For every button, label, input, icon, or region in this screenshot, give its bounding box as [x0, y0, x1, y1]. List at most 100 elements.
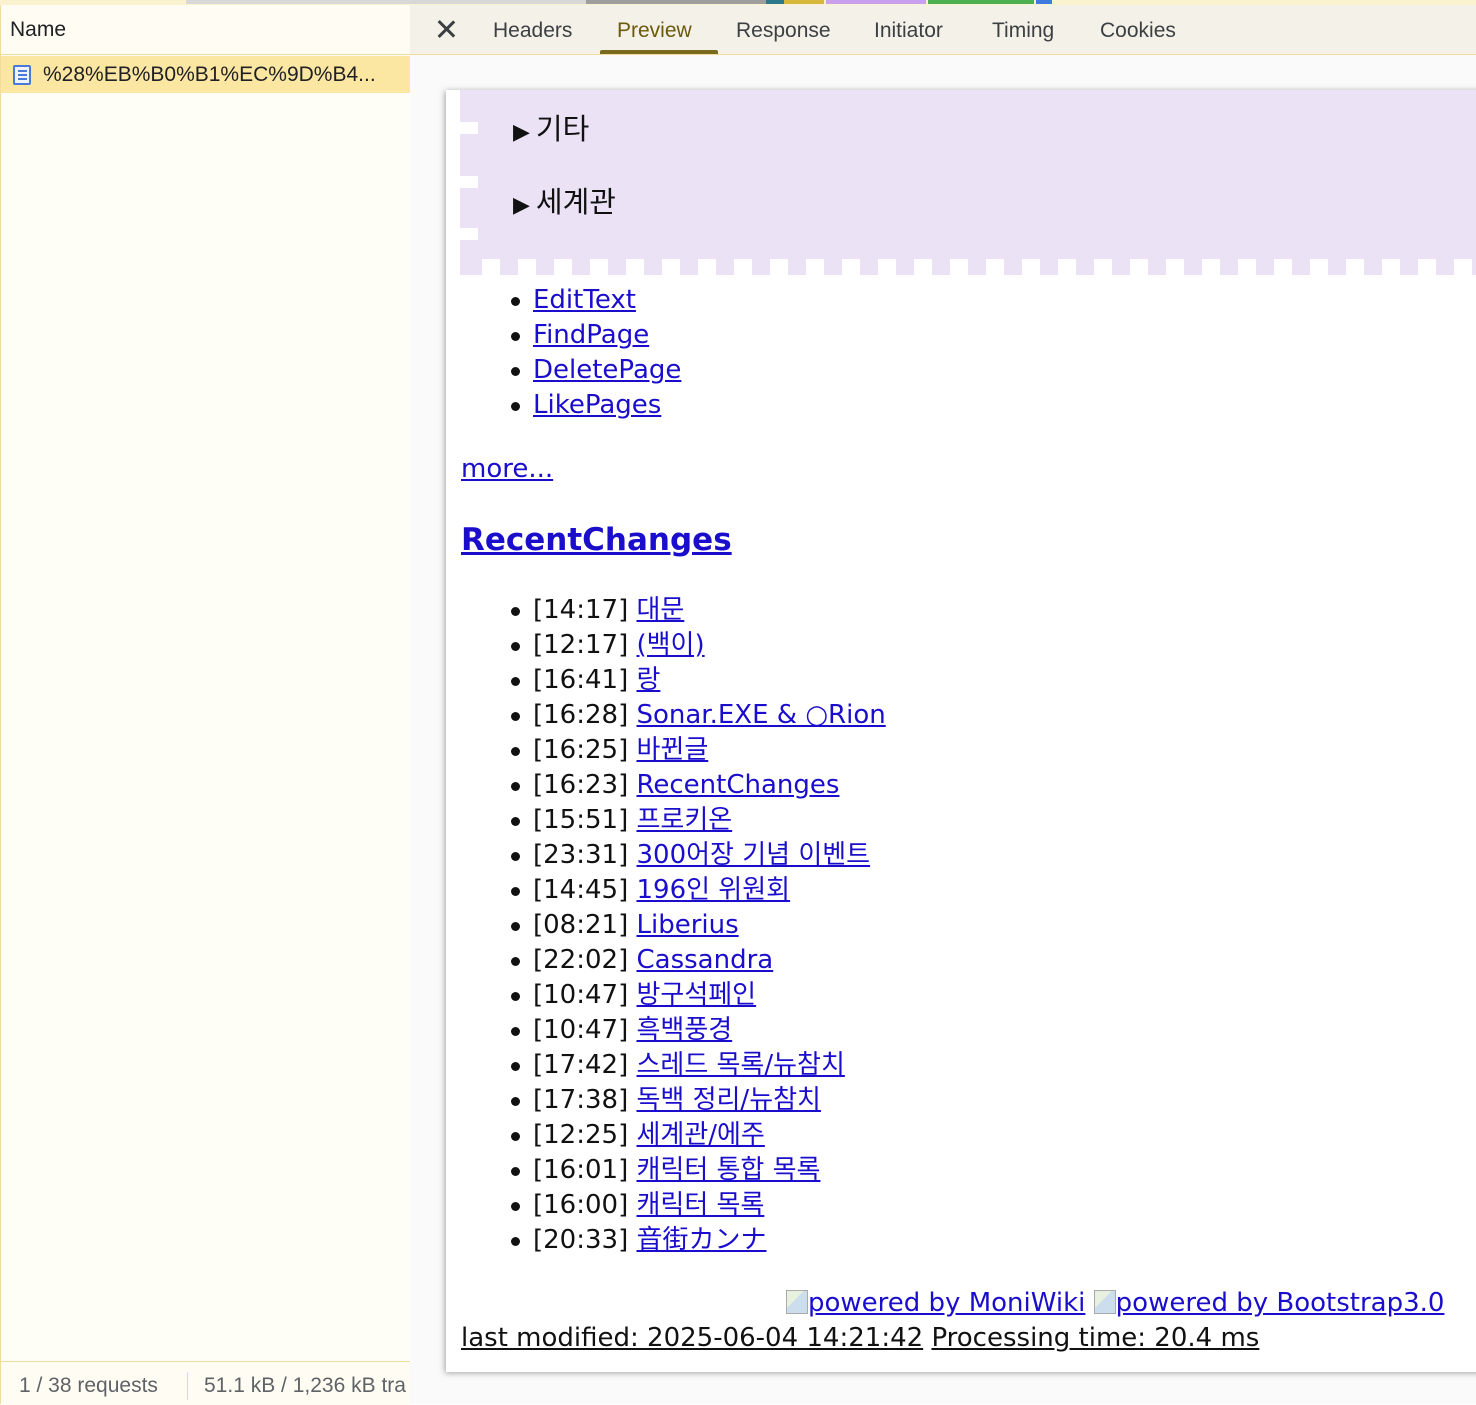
expand-triangle-icon: ▶ — [513, 193, 530, 218]
changed-page-link[interactable]: (백이) — [636, 630, 704, 660]
list-item: DeletePage — [510, 353, 681, 388]
list-item: EditText — [510, 283, 681, 318]
request-list-panel: Name %28%EB%B0%B1%EC%9D%B4... 1 / 38 req… — [0, 5, 411, 1405]
status-bar: 1 / 38 requests 51.1 kB / 1,236 kB tra — [1, 1361, 410, 1405]
preview-page: ▶ 기타 ▶ 세계관 EditText FindPage DeletePage Li… — [446, 90, 1476, 1372]
changed-page-link[interactable]: 바뀐글 — [636, 735, 708, 765]
close-icon[interactable] — [434, 17, 458, 41]
changed-page-link[interactable]: 랑 — [636, 665, 660, 695]
powered-by-badges: powered by MoniWiki powered by Bootstrap… — [786, 1288, 1444, 1318]
change-time: [16:00] — [533, 1190, 629, 1220]
changed-page-link[interactable]: Sonar.EXE & ○Rion — [636, 700, 885, 730]
tab-response[interactable]: Response — [736, 5, 831, 54]
recent-change-item: [15:51] 프로키온 — [511, 803, 886, 838]
change-time: [16:28] — [533, 700, 629, 730]
tab-timing[interactable]: Timing — [992, 5, 1054, 54]
list-item: FindPage — [510, 318, 681, 353]
recent-change-item: [16:41] 랑 — [511, 663, 886, 698]
tab-initiator[interactable]: Initiator — [874, 5, 943, 54]
active-tab-indicator — [600, 50, 718, 54]
fold-edge-notch — [950, 259, 968, 275]
recent-change-item: [14:45] 196인 위원회 — [511, 873, 886, 908]
action-links: EditText FindPage DeletePage LikePages — [510, 283, 681, 423]
changed-page-link[interactable]: 세계관/에주 — [636, 1120, 764, 1150]
fold-edge-notch — [554, 259, 572, 275]
recent-change-item: [22:02] Cassandra — [511, 943, 886, 978]
fold-edge-notch — [1022, 259, 1040, 275]
edit-text-link[interactable]: EditText — [533, 285, 636, 315]
changed-page-link[interactable]: Liberius — [636, 910, 738, 940]
changed-page-link[interactable]: Cassandra — [636, 945, 773, 975]
fold-edge-notch — [626, 259, 644, 275]
fold-edge-notch — [1130, 259, 1148, 275]
fold-edge-notch — [842, 259, 860, 275]
name-column-header[interactable]: Name — [1, 5, 410, 55]
changed-page-link[interactable]: 흑백풍경 — [636, 1015, 732, 1045]
changed-page-link[interactable]: 音街カンナ — [636, 1225, 766, 1255]
transfer-size: 51.1 kB / 1,236 kB tra — [204, 1374, 406, 1397]
change-time: [20:33] — [533, 1225, 629, 1255]
changed-page-link[interactable]: 대문 — [636, 595, 684, 625]
recent-change-item: [12:17] (백이) — [511, 628, 886, 663]
changed-page-link[interactable]: RecentChanges — [636, 770, 839, 800]
recent-change-item: [08:21] Liberius — [511, 908, 886, 943]
recent-change-item: [10:47] 방구석페인 — [511, 978, 886, 1013]
expand-triangle-icon: ▶ — [513, 120, 530, 145]
change-time: [17:42] — [533, 1050, 629, 1080]
tab-headers[interactable]: Headers — [493, 5, 572, 54]
fold-item-worldview[interactable]: ▶ 세계관 — [513, 179, 616, 221]
tab-cookies[interactable]: Cookies — [1100, 5, 1176, 54]
recent-changes-heading-link[interactable]: RecentChanges — [461, 522, 732, 558]
changed-page-link[interactable]: 캐릭터 목록 — [636, 1190, 764, 1220]
changed-page-link[interactable]: 방구석페인 — [636, 980, 756, 1010]
fold-edge-notch — [460, 176, 478, 188]
changed-page-link[interactable]: 독백 정리/뉴참치 — [636, 1085, 820, 1115]
fold-edge-notch — [1058, 259, 1076, 275]
broken-image-icon — [786, 1290, 808, 1314]
fold-edge-notch — [698, 259, 716, 275]
find-page-link[interactable]: FindPage — [533, 320, 649, 350]
recent-change-item: [16:01] 캐릭터 통합 목록 — [511, 1153, 886, 1188]
moniwiki-badge-link[interactable]: powered by MoniWiki — [786, 1288, 1085, 1318]
status-divider — [187, 1372, 188, 1400]
fold-edge-notch — [1166, 259, 1184, 275]
request-count: 1 / 38 requests — [19, 1374, 158, 1397]
changed-page-link[interactable]: 프로키온 — [636, 805, 732, 835]
delete-page-link[interactable]: DeletePage — [533, 355, 681, 385]
recent-change-item: [16:23] RecentChanges — [511, 768, 886, 803]
broken-image-icon — [1093, 1290, 1116, 1314]
change-time: [16:01] — [533, 1155, 629, 1185]
fold-edge-notch — [482, 259, 500, 275]
changed-page-link[interactable]: 196인 위원회 — [636, 875, 790, 905]
changed-page-link[interactable]: 300어장 기념 이벤트 — [636, 840, 870, 870]
recent-change-item: [16:28] Sonar.EXE & ○Rion — [511, 698, 886, 733]
fold-edge-notch — [460, 228, 478, 240]
request-row[interactable]: %28%EB%B0%B1%EC%9D%B4... — [1, 56, 410, 93]
like-pages-link[interactable]: LikePages — [533, 390, 661, 420]
fold-edge-notch — [662, 259, 680, 275]
fold-edge-notch — [734, 259, 752, 275]
fold-item-misc[interactable]: ▶ 기타 — [513, 106, 589, 148]
more-link[interactable]: more... — [461, 454, 553, 484]
fold-edge-notch — [1418, 259, 1436, 275]
preview-area[interactable]: ▶ 기타 ▶ 세계관 EditText FindPage DeletePage Li… — [410, 55, 1476, 1404]
fold-edge-notch — [1202, 259, 1220, 275]
bootstrap-badge-link[interactable]: powered by Bootstrap3.0 — [1093, 1288, 1444, 1318]
fold-edge-notch — [914, 259, 932, 275]
change-time: [10:47] — [533, 1015, 629, 1045]
fold-edge-notch — [806, 259, 824, 275]
request-name: %28%EB%B0%B1%EC%9D%B4... — [43, 63, 376, 86]
fold-edge-notch — [770, 259, 788, 275]
change-time: [16:41] — [533, 665, 629, 695]
change-time: [16:23] — [533, 770, 629, 800]
fold-section: ▶ 기타 ▶ 세계관 — [460, 90, 1476, 275]
recent-change-item: [16:00] 캐릭터 목록 — [511, 1188, 886, 1223]
fold-edge-notch — [590, 259, 608, 275]
fold-edge-notch — [1094, 259, 1112, 275]
changed-page-link[interactable]: 스레드 목록/뉴참치 — [636, 1050, 844, 1080]
tab-preview[interactable]: Preview — [617, 5, 692, 54]
detail-tab-bar: Headers Preview Response Initiator Timin… — [410, 5, 1476, 55]
changed-page-link[interactable]: 캐릭터 통합 목록 — [636, 1155, 820, 1185]
page-footer-info: last modified: 2025-06-04 14:21:42 Proce… — [461, 1323, 1259, 1353]
change-time: [14:45] — [533, 875, 629, 905]
